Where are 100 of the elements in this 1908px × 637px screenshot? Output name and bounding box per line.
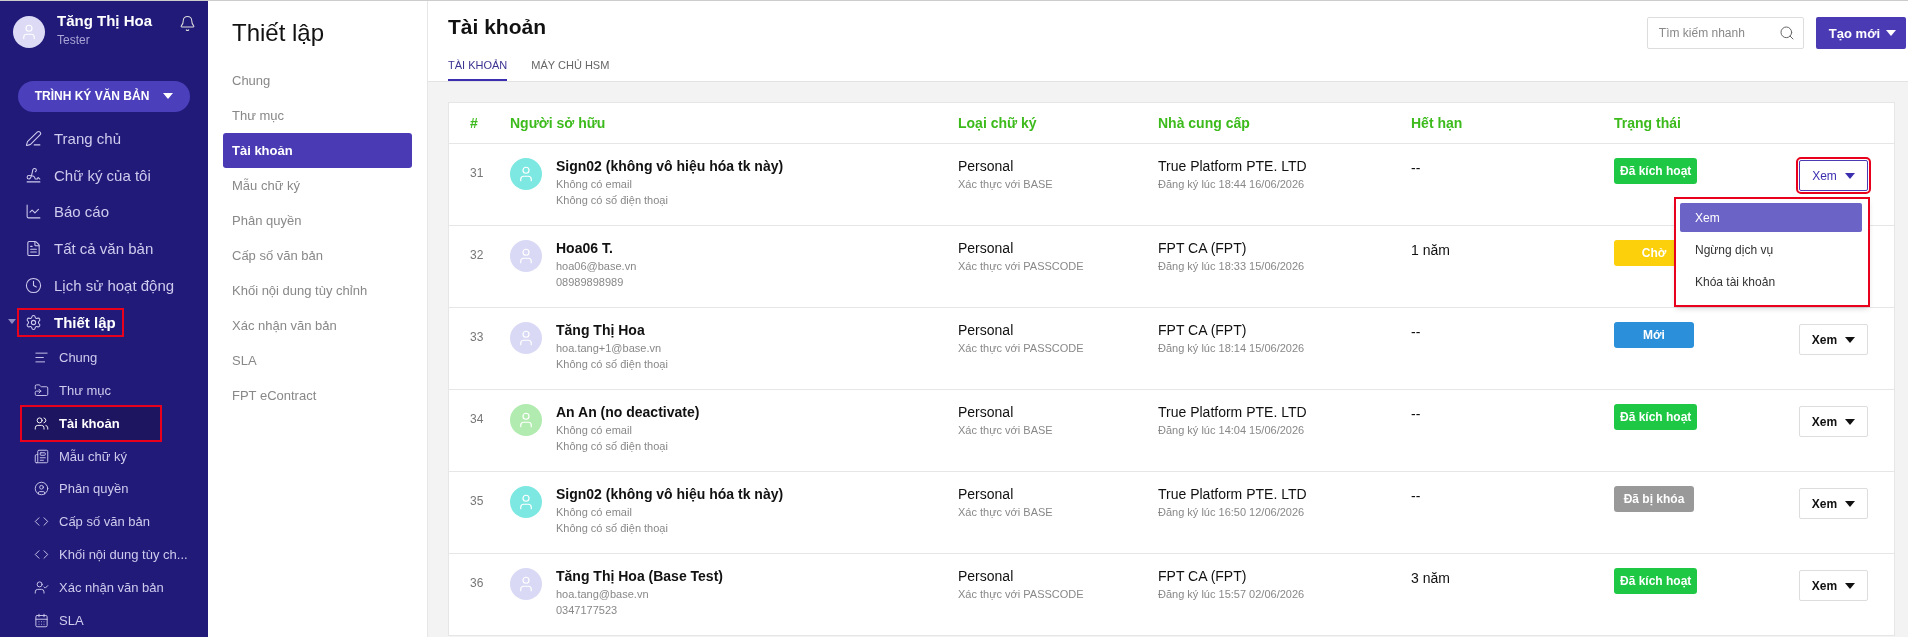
auth-method: Xác thực với PASSCODE [958,342,1085,354]
sub-nav-item[interactable]: Chung [22,340,208,374]
menu-item[interactable]: Khóa tài khoản [1680,267,1862,296]
auth-method: Xác thực với BASE [958,424,1054,436]
provider-name: True Platform PTE. LTD [1158,158,1308,174]
create-button[interactable]: Tạo mới [1815,17,1906,49]
view-dropdown-button[interactable]: Xem [1799,324,1868,355]
settings-item[interactable]: Mẫu chữ ký [223,168,412,203]
row-number: 35 [470,493,485,510]
owner-email: Không có email [556,424,633,436]
expiry: 1 năm [1411,241,1451,260]
row-number: 32 [470,247,485,264]
signature-type: Personal [958,240,1015,256]
owner-name: Tăng Thị Hoa (Base Test) [556,568,723,584]
settings-item[interactable]: Chung [223,63,412,98]
sub-nav-item[interactable]: Xác nhận văn bản [22,571,208,605]
owner-name: An An (no deactivate) [556,404,700,420]
search-icon [1778,25,1795,41]
caret-icon [1844,172,1855,179]
owner-email: hoa06@base.vn [556,260,637,272]
settings-item[interactable]: Cấp số văn bản [223,238,412,273]
tab[interactable]: MÁY CHỦ HSM [531,59,610,81]
signature-type: Personal [958,322,1015,338]
registered-time: Đăng ký lúc 14:04 15/06/2026 [1158,424,1306,436]
settings-item[interactable]: Khối nội dung tùy chỉnh [223,273,412,308]
user-avatar [13,16,45,48]
row-number: 34 [470,411,485,428]
settings-item[interactable]: SLA [223,343,412,378]
signature-type: Personal [958,158,1015,174]
nav-icon [25,277,42,295]
sub-nav-item[interactable]: Phân quyền [22,472,208,506]
owner-phone: 0347177523 [556,604,619,616]
nav-item[interactable]: Chữ ký của tôi [0,156,208,194]
tab[interactable]: TÀI KHOẢN [448,59,508,81]
sub-nav-item[interactable]: Tài khoản [22,406,160,440]
nav-item[interactable]: Báo cáo [0,193,208,231]
auth-method: Xác thực với PASSCODE [958,588,1085,600]
auth-method: Xác thực với PASSCODE [958,260,1085,272]
row-number: 31 [470,165,485,182]
provider-name: FPT CA (FPT) [1158,240,1248,256]
nav-item[interactable]: Tất cả văn bản [0,230,208,268]
registered-time: Đăng ký lúc 18:14 15/06/2026 [1158,342,1306,354]
column-header: Trạng thái [1614,115,1682,131]
caret-icon [1845,336,1856,343]
row-number: 36 [470,575,485,592]
expand-caret-icon [8,319,16,325]
sub-nav-item[interactable]: Khối nội dung tùy ch... [22,538,208,572]
settings-item[interactable]: FPT eContract [223,378,412,413]
nav-icon [34,580,49,596]
nav-item[interactable]: Thiết lập [0,304,208,341]
nav-icon [34,415,49,431]
sub-nav-item[interactable]: Thư mục [22,373,208,407]
status-badge: Đã bị khóa [1614,486,1694,512]
owner-email: hoa.tang@base.vn [556,588,650,600]
view-dropdown-button[interactable]: Xem [1799,570,1868,601]
bell-icon[interactable] [179,15,196,32]
sign-document-button[interactable]: TRÌNH KÝ VĂN BẢN [18,80,190,112]
sub-nav-item[interactable]: Cấp số văn bản [22,505,208,539]
auth-method: Xác thực với BASE [958,506,1054,518]
owner-name: Tăng Thị Hoa [556,322,646,338]
user-name: Tăng Thị Hoa [57,12,153,29]
settings-item[interactable]: Phân quyền [223,203,412,238]
registered-time: Đăng ký lúc 18:44 16/06/2026 [1158,178,1306,190]
owner-name: Sign02 (không vô hiệu hóa tk này) [556,486,784,502]
expiry: -- [1411,159,1422,178]
settings-item[interactable]: Xác nhận văn bản [223,308,412,343]
status-badge: Đã kích hoạt [1614,404,1698,430]
registered-time: Đăng ký lúc 16:50 12/06/2026 [1158,506,1306,518]
expiry: -- [1411,405,1422,424]
registered-time: Đăng ký lúc 18:33 15/06/2026 [1158,260,1306,272]
menu-item[interactable]: Xem [1680,203,1862,232]
settings-item[interactable]: Tài khoản [223,133,412,168]
auth-method: Xác thực với BASE [958,178,1054,190]
sub-nav-item[interactable]: SLA [22,604,208,637]
nav-item[interactable]: Lịch sử hoạt động [0,267,208,305]
expiry: -- [1411,323,1422,342]
sub-nav-item[interactable]: Mẫu chữ ký [22,439,208,473]
signature-type: Personal [958,568,1015,584]
status-badge: Đã kích hoạt [1614,158,1698,184]
view-dropdown-button[interactable]: Xem [1799,160,1868,191]
view-dropdown-button[interactable]: Xem [1799,406,1868,437]
settings-item[interactable]: Thư mục [223,98,412,133]
owner-email: Không có email [556,506,633,518]
status-badge: Mới [1614,322,1694,348]
caret-icon [163,93,174,100]
row-number: 33 [470,329,485,346]
caret-icon [1886,30,1896,36]
page-title: Tài khoản [448,15,548,39]
owner-name: Sign02 (không vô hiệu hóa tk này) [556,158,784,174]
expiry: 3 năm [1411,569,1451,588]
nav-icon [34,448,49,464]
view-dropdown-button[interactable]: Xem [1799,488,1868,519]
search-field[interactable]: Tìm kiếm nhanh [1646,17,1804,49]
caret-icon [1845,500,1856,507]
provider-name: FPT CA (FPT) [1158,322,1248,338]
column-header: Loại chữ ký [958,115,1038,131]
column-header: Người sở hữu [510,115,607,131]
status-badge: Đã kích hoạt [1614,568,1698,594]
user-role: Tester [57,33,91,47]
nav-item[interactable]: Trang chủ [0,119,208,157]
